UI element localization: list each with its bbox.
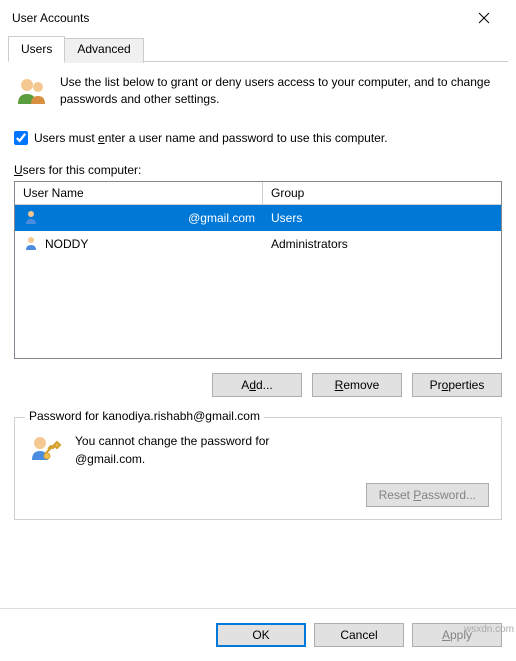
password-groupbox-title: Password for kanodiya.rishabh@gmail.com <box>25 409 264 423</box>
tab-users[interactable]: Users <box>8 36 65 62</box>
password-text: You cannot change the password for @gmai… <box>75 432 269 468</box>
reset-password-button: Reset Password... <box>366 483 489 507</box>
password-line1: You cannot change the password for <box>75 432 269 450</box>
must-enter-password-label: Users must enter a user name and passwor… <box>34 131 388 145</box>
password-line2: @gmail.com. <box>75 450 269 468</box>
ok-button[interactable]: OK <box>216 623 306 647</box>
group-cell: Users <box>263 209 501 227</box>
window-title: User Accounts <box>12 11 89 25</box>
column-header-group[interactable]: Group <box>263 182 501 204</box>
remove-button[interactable]: Remove <box>312 373 402 397</box>
must-enter-password-checkbox[interactable] <box>14 131 28 145</box>
user-buttons-row: Add... Remove Properties <box>14 373 502 397</box>
intro-section: Use the list below to grant or deny user… <box>14 74 502 113</box>
properties-button[interactable]: Properties <box>412 373 502 397</box>
users-for-computer-label: Users for this computer: <box>14 163 502 177</box>
must-enter-password-row: Users must enter a user name and passwor… <box>14 131 502 145</box>
titlebar: User Accounts <box>0 0 516 36</box>
key-icon <box>27 432 63 471</box>
users-icon <box>14 74 50 113</box>
tab-content: Use the list below to grant or deny user… <box>0 62 516 532</box>
users-table[interactable]: User Name Group @gmail.com Users NODDY A… <box>14 181 502 359</box>
tab-advanced[interactable]: Advanced <box>64 38 143 63</box>
username-cell: @gmail.com <box>188 211 255 225</box>
user-icon <box>23 209 39 228</box>
cancel-button[interactable]: Cancel <box>314 623 404 647</box>
user-icon <box>23 235 39 254</box>
watermark: wsxdn.com <box>464 624 514 635</box>
table-row[interactable]: @gmail.com Users <box>15 205 501 231</box>
group-cell: Administrators <box>263 235 501 253</box>
column-header-username[interactable]: User Name <box>15 182 263 204</box>
separator <box>0 608 516 609</box>
dialog-buttons: OK Cancel Apply <box>216 623 502 647</box>
close-icon <box>478 12 490 24</box>
add-button[interactable]: Add... <box>212 373 302 397</box>
tab-bar: Users Advanced <box>8 36 508 62</box>
password-groupbox: Password for kanodiya.rishabh@gmail.com … <box>14 417 502 520</box>
close-button[interactable] <box>464 4 504 32</box>
username-cell: NODDY <box>45 237 88 251</box>
intro-text: Use the list below to grant or deny user… <box>60 74 502 108</box>
table-header: User Name Group <box>15 182 501 205</box>
table-row[interactable]: NODDY Administrators <box>15 231 501 257</box>
